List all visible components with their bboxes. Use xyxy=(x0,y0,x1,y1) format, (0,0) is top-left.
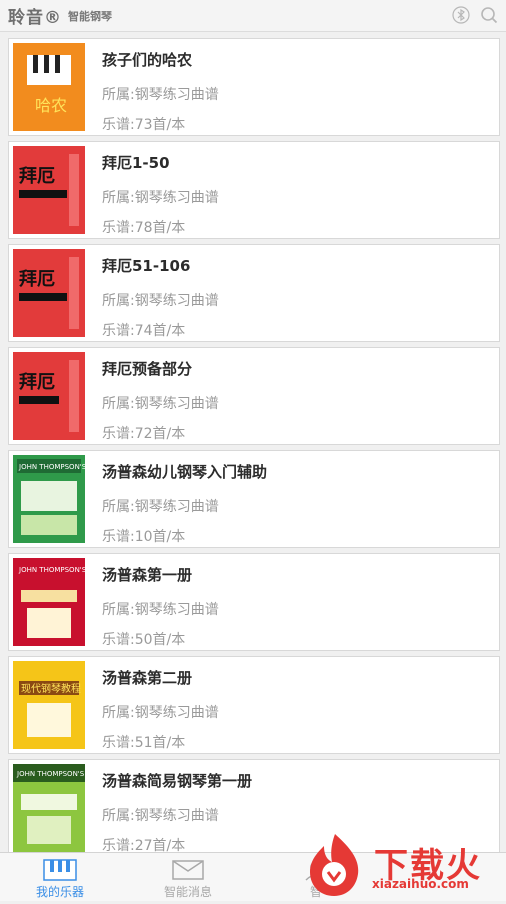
tab-smart-message[interactable]: 智能消息 xyxy=(128,853,248,901)
book-title: 拜厄预备部分 xyxy=(102,360,193,378)
book-item[interactable]: JOHN THOMPSON'S 汤普森幼儿钢琴入门辅助 所属:钢琴练习曲谱 乐谱… xyxy=(8,450,500,548)
piano-icon xyxy=(43,859,77,881)
cover-title: JOHN THOMPSON'S xyxy=(18,566,85,574)
tab-my-instrument[interactable]: 我的乐器 xyxy=(0,853,120,901)
cover-title: JOHN THOMPSON'S xyxy=(16,770,85,778)
book-category: 所属:钢琴练习曲谱 xyxy=(102,293,219,309)
book-cover: 哈农 xyxy=(13,43,85,131)
book-title: 拜厄51-106 xyxy=(102,257,191,275)
book-cover: 现代钢琴教程 xyxy=(13,661,85,749)
cover-title: 现代钢琴教程 xyxy=(21,682,81,695)
book-category: 所属:钢琴练习曲谱 xyxy=(102,190,219,206)
book-count: 乐谱:72首/本 xyxy=(102,426,186,442)
book-category: 所属:钢琴练习曲谱 xyxy=(102,499,219,515)
book-item[interactable]: 拜厄 拜厄51-106 所属:钢琴练习曲谱 乐谱:74首/本 xyxy=(8,244,500,342)
book-item[interactable]: 拜厄 拜厄1-50 所属:钢琴练习曲谱 乐谱:78首/本 xyxy=(8,141,500,239)
book-title: 汤普森幼儿钢琴入门辅助 xyxy=(102,463,268,481)
cover-title: JOHN THOMPSON'S xyxy=(18,463,85,471)
app-brand: 聆音® xyxy=(8,8,62,28)
book-item[interactable]: 哈农 孩子们的哈农 所属:钢琴练习曲谱 乐谱:73首/本 xyxy=(8,38,500,136)
book-count: 乐谱:74首/本 xyxy=(102,323,186,339)
book-cover: 拜厄 xyxy=(13,146,85,234)
book-count: 乐谱:73首/本 xyxy=(102,117,186,133)
bluetooth-icon[interactable] xyxy=(452,6,470,24)
top-icons xyxy=(452,6,498,24)
book-category: 所属:钢琴练习曲谱 xyxy=(102,87,219,103)
book-cover: JOHN THOMPSON'S xyxy=(13,558,85,646)
tab-label: 智能消息 xyxy=(163,885,212,899)
search-icon[interactable] xyxy=(480,6,498,24)
book-category: 所属:钢琴练习曲谱 xyxy=(102,808,219,824)
book-title: 汤普森第二册 xyxy=(102,669,193,687)
book-cover: JOHN THOMPSON'S xyxy=(13,455,85,543)
book-title: 拜厄1-50 xyxy=(102,154,170,172)
book-count: 乐谱:78首/本 xyxy=(102,220,186,236)
mail-icon xyxy=(171,859,205,881)
book-category: 所属:钢琴练习曲谱 xyxy=(102,396,219,412)
tab-label: 我的乐器 xyxy=(35,885,84,899)
book-item[interactable]: JOHN THOMPSON'S 汤普森第一册 所属:钢琴练习曲谱 乐谱:50首/… xyxy=(8,553,500,651)
book-category: 所属:钢琴练习曲谱 xyxy=(102,705,219,721)
cover-title: 哈农 xyxy=(35,96,67,115)
book-title: 汤普森简易钢琴第一册 xyxy=(102,772,253,790)
book-title: 汤普森第一册 xyxy=(102,566,193,584)
book-item[interactable]: 拜厄 拜厄预备部分 所属:钢琴练习曲谱 乐谱:72首/本 xyxy=(8,347,500,445)
book-title: 孩子们的哈农 xyxy=(102,51,193,69)
book-cover: 拜厄 xyxy=(13,249,85,337)
book-count: 乐谱:51首/本 xyxy=(102,735,186,751)
book-item[interactable]: 现代钢琴教程 汤普森第二册 所属:钢琴练习曲谱 乐谱:51首/本 xyxy=(8,656,500,754)
book-category: 所属:钢琴练习曲谱 xyxy=(102,602,219,618)
book-count: 乐谱:50首/本 xyxy=(102,632,186,648)
cover-title: 拜厄 xyxy=(19,268,55,290)
watermark: 下载火 xiazaihuo.com xyxy=(300,830,506,900)
cover-title: 拜厄 xyxy=(19,165,55,187)
book-count: 乐谱:10首/本 xyxy=(102,529,186,545)
cover-title: 拜厄 xyxy=(19,371,55,393)
watermark-url: xiazaihuo.com xyxy=(372,877,469,891)
top-bar: 聆音® 智能钢琴 xyxy=(0,0,506,32)
app-subtitle: 智能钢琴 xyxy=(68,9,112,23)
book-cover: 拜厄 xyxy=(13,352,85,440)
flame-logo-icon xyxy=(310,834,359,896)
book-cover: JOHN THOMPSON'S xyxy=(13,764,85,852)
